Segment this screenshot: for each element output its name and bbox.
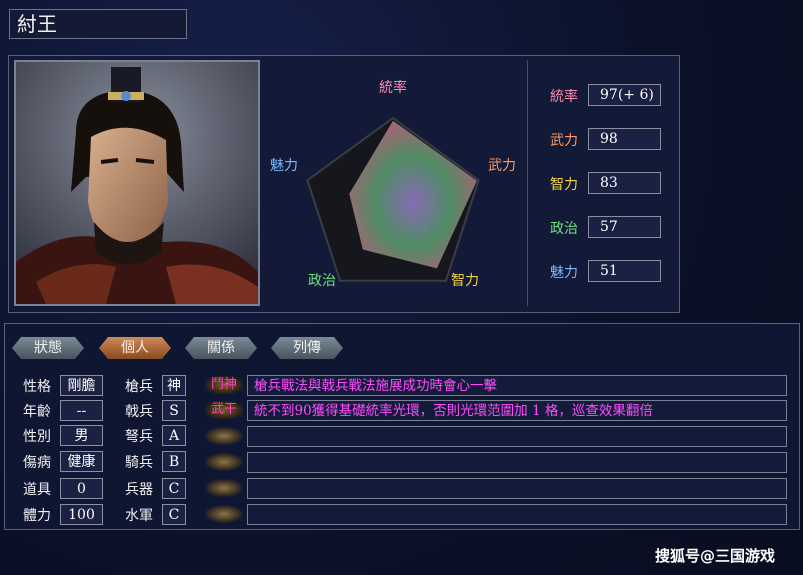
- stat-label: 統率: [550, 89, 578, 105]
- aptitude-label-siege: 兵器: [125, 482, 153, 498]
- stat-label: 政治: [550, 221, 578, 237]
- skill-description: [247, 452, 787, 473]
- skill-description: [247, 426, 787, 447]
- stat-label: 智力: [550, 177, 578, 193]
- skill-description: 槍兵戰法與戟兵戰法施展成功時會心一擊: [247, 375, 787, 396]
- personal-label-stamina: 體力: [23, 508, 51, 524]
- skill-description: [247, 478, 787, 499]
- skill-slot-empty[interactable]: [205, 453, 243, 471]
- stat-list: 統率 97(+ 6) 武力 98 智力 83 政治 57 魅力 51: [527, 60, 675, 306]
- aptitude-value-siege: C: [162, 478, 186, 499]
- aptitude-label-halberd: 戟兵: [125, 404, 153, 420]
- portrait-image: [16, 62, 258, 304]
- aptitude-label-navy: 水軍: [125, 508, 153, 524]
- radar-label-meili: 魅力: [270, 158, 298, 174]
- personal-value-gender: 男: [60, 425, 103, 446]
- personal-value-personality: 剛膽: [60, 375, 103, 396]
- personal-value-age: --: [60, 400, 103, 421]
- aptitude-value-cavalry: B: [162, 451, 186, 472]
- character-portrait: [14, 60, 260, 306]
- radar-label-wuli: 武力: [488, 158, 516, 174]
- stat-value: 98: [588, 128, 661, 150]
- tab-status[interactable]: 狀態: [12, 337, 84, 359]
- personal-label-items: 道具: [23, 482, 51, 498]
- radar-label-zhili: 智力: [451, 273, 479, 289]
- skill-slot-empty[interactable]: [205, 505, 243, 523]
- aptitude-label-spear: 槍兵: [125, 379, 153, 395]
- stat-value: 97(+ 6): [588, 84, 661, 106]
- character-name: 紂王: [9, 9, 187, 39]
- aptitude-label-cavalry: 騎兵: [125, 455, 153, 471]
- aptitude-label-crossbow: 弩兵: [125, 429, 153, 445]
- tab-personal[interactable]: 個人: [99, 337, 171, 359]
- stat-label: 魅力: [550, 265, 578, 281]
- personal-value-stamina: 100: [60, 504, 103, 525]
- skill-slot-empty[interactable]: [205, 479, 243, 497]
- personal-label-age: 年齡: [23, 404, 51, 420]
- tab-biography[interactable]: 列傳: [271, 337, 343, 359]
- attribute-radar-chart: 統率 武力 智力 政治 魅力: [262, 60, 524, 306]
- personal-label-gender: 性別: [23, 429, 51, 445]
- stat-label: 武力: [550, 133, 578, 149]
- aptitude-value-crossbow: A: [162, 425, 186, 446]
- personal-label-personality: 性格: [23, 379, 51, 395]
- personal-value-items: 0: [60, 478, 103, 499]
- stat-value: 57: [588, 216, 661, 238]
- radar-label-tongshuai: 統率: [379, 79, 407, 96]
- skill-slot-empty[interactable]: [205, 427, 243, 445]
- radar-svg: 統率 武力 智力 政治 魅力: [270, 79, 516, 289]
- radar-label-zhengzhi: 政治: [308, 273, 336, 289]
- skill-description: [247, 504, 787, 525]
- aptitude-value-halberd: S: [162, 400, 186, 421]
- skill-name[interactable]: 武干: [205, 401, 243, 419]
- watermark-text: 搜狐号@三国游戏: [655, 547, 776, 565]
- tab-relations[interactable]: 關係: [185, 337, 257, 359]
- stat-value: 83: [588, 172, 661, 194]
- aptitude-value-spear: 神: [162, 375, 186, 396]
- personal-value-injury: 健康: [60, 451, 103, 472]
- skill-description: 統不到90獲得基礎統率光環，否則光環范圍加 1 格，巡查效果翻倍: [247, 400, 787, 421]
- aptitude-value-navy: C: [162, 504, 186, 525]
- skill-name[interactable]: 鬥神: [205, 376, 243, 394]
- stat-value: 51: [588, 260, 661, 282]
- personal-label-injury: 傷病: [23, 455, 51, 471]
